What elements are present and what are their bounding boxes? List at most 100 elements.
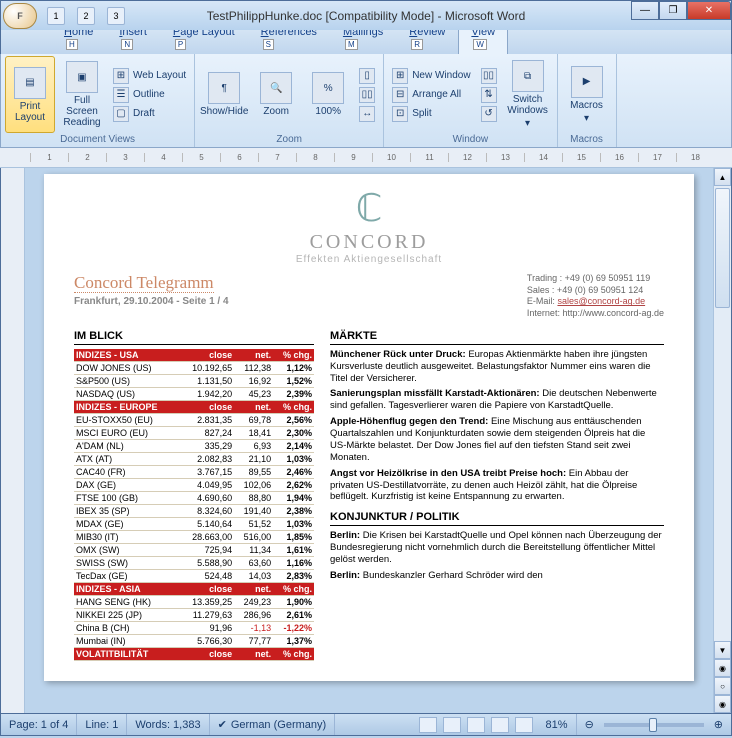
table-row: ATX (AT)2.082,8321,101,03% [74,452,314,465]
status-words[interactable]: Words: 1,383 [127,714,209,735]
one-page-button[interactable]: ▯ [355,67,379,85]
table-row: HANG SENG (HK)13.359,25249,231,90% [74,595,314,608]
maximize-button[interactable]: ❐ [659,1,687,20]
fullscreen-reading-button[interactable]: ▣ Full Screen Reading [57,56,107,133]
table-row: DAX (GE)4.049,95102,062,62% [74,478,314,491]
view-draft-button[interactable] [515,717,533,733]
prev-page-button[interactable]: ◉ [714,659,731,677]
index-table: INDIZES - USAclosenet.% chg.DOW JONES (U… [74,349,314,661]
hundred-icon: % [312,72,344,104]
article: Münchener Rück unter Druck: Europas Akti… [330,349,664,385]
doc-title: Concord Telegramm [74,273,214,293]
showhide-button[interactable]: ¶Show/Hide [199,56,249,133]
new-window-button[interactable]: ⊞New Window [388,67,474,85]
switch-windows-button[interactable]: ⧉Switch Windows ▾ [503,56,553,133]
zoom-slider[interactable] [604,723,704,727]
page-width-button[interactable]: ↔ [355,105,379,123]
zoom-thumb[interactable] [649,718,657,732]
qat-item[interactable]: 1 [47,7,65,25]
new-window-icon: ⊞ [392,68,408,84]
sync-scroll-button[interactable]: ⇅ [477,86,501,104]
ribbon-tabs: HomeHInsertNPage LayoutPReferencesSMaili… [0,30,732,54]
two-pages-button[interactable]: ▯▯ [355,86,379,104]
article: Sanierungsplan missfällt Karstadt-Aktion… [330,388,664,412]
group-label: Document Views [5,133,190,145]
browse-object-button[interactable]: ○ [714,677,731,695]
fullscreen-icon: ▣ [66,61,98,93]
logo: ℂ CONCORD Effekten Aktiengesellschaft [74,186,664,265]
document-scroll[interactable]: ℂ CONCORD Effekten Aktiengesellschaft Co… [25,168,713,713]
table-row: TecDax (GE)524,4814,032,83% [74,569,314,582]
table-header: VOLATITBILITÄTclosenet.% chg. [74,647,314,660]
zoom-out-button[interactable]: ⊖ [585,718,594,731]
draft-button[interactable]: ▢Draft [109,105,190,123]
office-button[interactable]: F [3,3,37,29]
article: Apple-Höhenflug gegen den Trend: Eine Mi… [330,416,664,464]
titlebar: F 1 2 3 TestPhilippHunke.doc [Compatibil… [0,0,732,30]
one-page-icon: ▯ [359,68,375,84]
doc-dateline: Frankfurt, 29.10.2004 - Seite 1 / 4 [74,296,229,307]
next-page-button[interactable]: ◉ [714,695,731,713]
horizontal-ruler[interactable]: 123456789101112131415161718 [0,148,732,168]
qat-item[interactable]: 2 [77,7,95,25]
table-row: FTSE 100 (GB)4.690,6088,801,94% [74,491,314,504]
scroll-track[interactable] [714,186,731,641]
print-layout-button[interactable]: ▤ Print Layout [5,56,55,133]
reset-window-button[interactable]: ↺ [477,105,501,123]
document-area: ℂ CONCORD Effekten Aktiengesellschaft Co… [0,168,732,713]
view-web-button[interactable] [467,717,485,733]
zoom-level[interactable]: 81% [538,714,577,735]
scroll-up-button[interactable]: ▲ [714,168,731,186]
view-fullscreen-button[interactable] [443,717,461,733]
status-page[interactable]: Page: 1 of 4 [1,714,77,735]
table-row: OMX (SW)725,9411,341,61% [74,543,314,556]
spell-icon: ✔ [218,718,227,731]
table-row: MSCI EURO (EU)827,2418,412,30% [74,426,314,439]
table-row: EU-STOXX50 (EU)2.831,3569,782,56% [74,413,314,426]
two-pages-icon: ▯▯ [359,87,375,103]
contact-block: Trading : +49 (0) 69 50951 119 Sales : +… [527,273,664,320]
status-line[interactable]: Line: 1 [77,714,127,735]
view-print-button[interactable] [419,717,437,733]
table-header: INDIZES - USAclosenet.% chg. [74,349,314,362]
table-header: INDIZES - EUROPEclosenet.% chg. [74,400,314,413]
page[interactable]: ℂ CONCORD Effekten Aktiengesellschaft Co… [44,174,694,681]
qat-item[interactable]: 3 [107,7,125,25]
zoom-button[interactable]: 🔍Zoom [251,56,301,133]
side-by-side-button[interactable]: ▯▯ [477,67,501,85]
showhide-icon: ¶ [208,72,240,104]
zoom-100-button[interactable]: %100% [303,56,353,133]
quick-access-toolbar: 1 2 3 [47,7,125,25]
table-row: MIB30 (IT)28.663,00516,001,85% [74,530,314,543]
ribbon: ▤ Print Layout ▣ Full Screen Reading ⊞We… [0,54,732,148]
scroll-down-button[interactable]: ▼ [714,641,731,659]
article: Angst vor Heizölkrise in den USA treibt … [330,468,664,504]
web-layout-button[interactable]: ⊞Web Layout [109,67,190,85]
table-row: CAC40 (FR)3.767,1589,552,46% [74,465,314,478]
arrange-icon: ⊟ [392,87,408,103]
section-konjunktur: KONJUNKTUR / POLITIK [330,511,664,526]
switch-icon: ⧉ [512,60,544,92]
statusbar: Page: 1 of 4 Line: 1 Words: 1,383 ✔Germa… [0,713,732,736]
group-label: Macros [562,133,612,145]
vertical-ruler[interactable] [1,168,25,713]
macros-button[interactable]: ▶Macros ▾ [562,56,612,133]
split-button[interactable]: ⊡Split [388,105,474,123]
arrange-all-button[interactable]: ⊟Arrange All [388,86,474,104]
status-language[interactable]: ✔German (Germany) [210,714,336,735]
logo-icon: ℂ [74,186,664,231]
minimize-button[interactable]: — [631,1,659,20]
scroll-thumb[interactable] [715,188,730,308]
view-outline-button[interactable] [491,717,509,733]
vertical-scrollbar[interactable]: ▲ ▼ ◉ ○ ◉ [713,168,731,713]
group-label: Zoom [199,133,379,145]
logo-brand: CONCORD [74,231,664,254]
page-width-icon: ↔ [359,106,375,122]
reset-icon: ↺ [481,106,497,122]
table-row: MDAX (GE)5.140,6451,521,03% [74,517,314,530]
zoom-in-button[interactable]: ⊕ [714,718,723,731]
close-button[interactable]: ✕ [687,1,731,20]
outline-button[interactable]: ☰Outline [109,86,190,104]
table-row: Mumbai (IN)5.766,3077,771,37% [74,634,314,647]
macros-icon: ▶ [571,66,603,98]
